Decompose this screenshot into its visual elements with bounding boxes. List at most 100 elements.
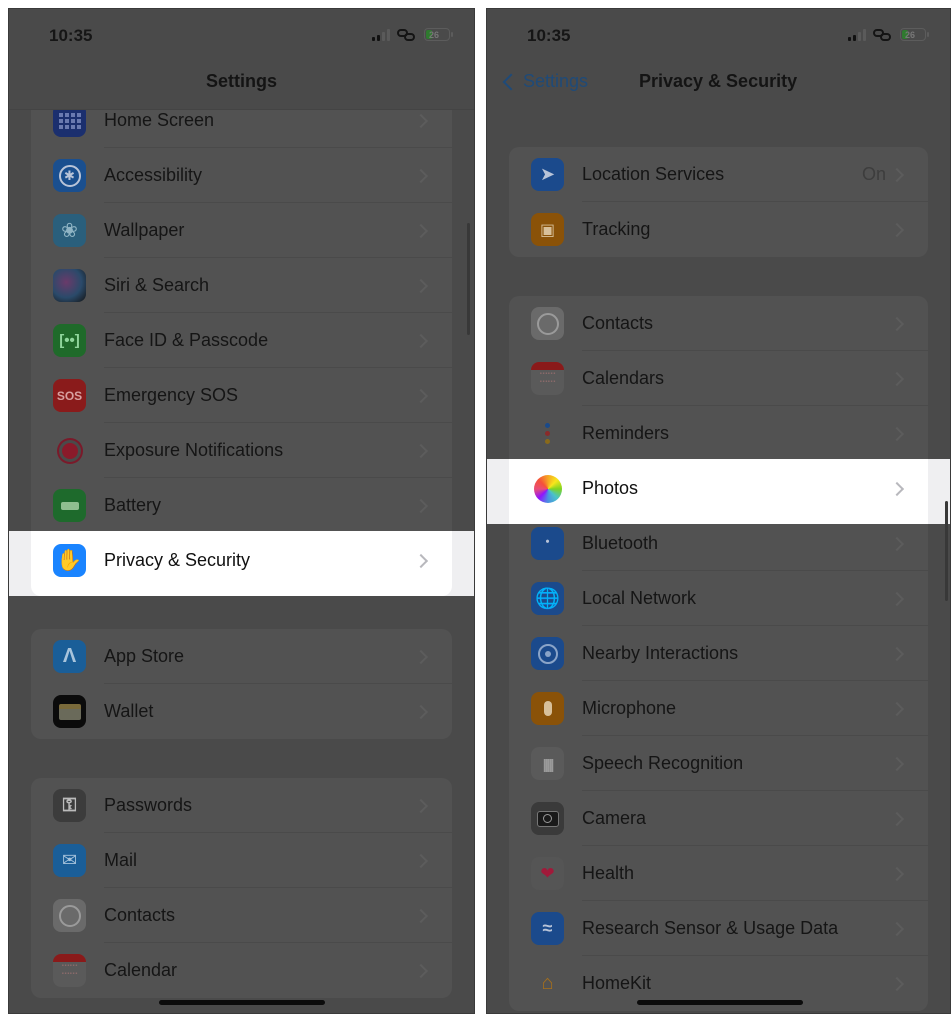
list-item-label: Battery [104,495,162,515]
list-item-speech-recognition[interactable]: ||||| Speech Recognition [509,736,928,791]
list-item-label: Contacts [104,905,176,925]
list-item-calendars[interactable]: ⋯⋯ ⋯⋯ Calendars [509,351,928,406]
list-item-label: Mail [104,850,138,870]
list-item-label: Home Screen [104,110,215,130]
list-item-label: Accessibility [104,165,203,185]
list-item-label: Reminders [582,423,670,443]
list-item-label: Contacts [582,313,654,333]
chevron-right-icon [889,756,905,771]
reminders-icon [531,417,564,450]
chevron-right-icon [413,443,429,458]
chevron-right-icon [413,168,429,183]
chevron-right-icon [413,333,429,348]
list-item-exposure-notifications[interactable]: Exposure Notifications [31,423,452,478]
list-item-passwords[interactable]: ⚿ Passwords [31,778,452,833]
tracking-icon: ▣ [531,213,564,246]
chevron-right-icon [413,908,429,923]
bluetooth-icon: ᛫ [531,527,564,560]
chevron-left-icon [502,73,520,90]
list-item-microphone[interactable]: Microphone [509,681,928,736]
contacts-icon [531,307,564,340]
list-item-contacts[interactable]: Contacts [509,296,928,351]
research-icon: ≈ [531,912,564,945]
settings-group: Λ App Store Wallet [31,629,452,739]
list-item-photos[interactable]: Photos [509,461,928,516]
chevron-right-icon [889,921,905,936]
list-item-face-id-and-passcode[interactable]: [••] Face ID & Passcode [31,313,452,368]
list-item-mail[interactable]: ✉ Mail [31,833,452,888]
list-item-label: Siri & Search [104,275,210,295]
siri-icon [53,269,86,302]
list-item-bluetooth[interactable]: ᛫ Bluetooth [509,516,928,571]
back-button[interactable]: Settings [501,71,588,92]
back-button-label: Settings [523,71,589,91]
list-item-contacts[interactable]: Contacts [31,888,452,943]
list-item-accessibility[interactable]: ✱ Accessibility [31,148,452,203]
list-item-label: Emergency SOS [104,385,239,405]
chevron-right-icon [889,646,905,661]
mail-icon: ✉ [53,844,86,877]
list-item-tracking[interactable]: ▣ Tracking [509,202,928,257]
calendar-icon: ⋯⋯ ⋯⋯ [531,362,564,395]
chevron-right-icon [413,704,429,719]
chevron-right-icon [889,866,905,881]
chevron-right-icon [413,498,429,513]
camera-icon [531,802,564,835]
highlighted-row-band: ✋ Privacy & Security [9,531,474,596]
list-item-label: Calendars [582,368,665,388]
accessibility-icon: ✱ [53,159,86,192]
privacy-hand-icon: ✋ [53,544,86,577]
sos-icon: SOS [53,379,86,412]
list-item-label: Local Network [582,588,697,608]
list-item-label: Speech Recognition [582,753,744,773]
wallet-icon [53,695,86,728]
location-arrow-icon: ➤ [531,158,564,191]
photos-icon [531,472,564,505]
list-item-location-services[interactable]: ➤ Location Services On [509,147,928,202]
home-indicator[interactable] [159,1000,325,1005]
list-item-label: Health [582,863,635,883]
list-item-wallpaper[interactable]: ❀ Wallpaper [31,203,452,258]
chevron-right-icon [413,553,429,568]
list-item-research-sensor-and-usage-data[interactable]: ≈ Research Sensor & Usage Data [509,901,928,956]
calendar-icon: ⋯⋯ ⋯⋯ [53,954,86,987]
wallpaper-icon: ❀ [53,214,86,247]
app-store-icon: Λ [53,640,86,673]
chevron-right-icon [413,853,429,868]
list-item-label: Research Sensor & Usage Data [582,918,839,938]
face-id-icon: [••] [53,324,86,357]
list-item-label: Tracking [582,219,651,239]
chevron-right-icon [413,278,429,293]
list-item-value: On [861,164,886,184]
scrollbar[interactable] [467,223,470,335]
list-item-label: Privacy & Security [104,550,251,570]
battery-icon [53,489,86,522]
chevron-right-icon [413,388,429,403]
chevron-right-icon [889,536,905,551]
list-item-nearby-interactions[interactable]: Nearby Interactions [509,626,928,681]
list-item-label: Wallet [104,701,154,721]
chevron-right-icon [889,426,905,441]
scrollbar[interactable] [945,501,948,601]
status-time: 10:35 [49,26,93,45]
list-item-calendar[interactable]: ⋯⋯ ⋯⋯ Calendar [31,943,452,998]
page-title: Settings [205,71,277,91]
list-item-local-network[interactable]: 🌐 Local Network [509,571,928,626]
heart-icon: ❤ [531,857,564,890]
list-item-reminders[interactable]: Reminders [509,406,928,461]
settings-group: ⚿ Passwords ✉ Mail Contacts ⋯⋯ ⋯⋯ Calendar [31,778,452,998]
list-item-app-store[interactable]: Λ App Store [31,629,452,684]
privacy-security-screen: 10:35 26 Settings Privacy & Security ➤ Lo… [486,8,951,1014]
list-item-label: Calendar [104,960,178,980]
list-item-health[interactable]: ❤ Health [509,846,928,901]
battery-indicator-icon: 26 [900,28,929,41]
list-item-siri-and-search[interactable]: Siri & Search [31,258,452,313]
home-indicator[interactable] [637,1000,803,1005]
list-item-label: HomeKit [582,973,652,993]
list-item-camera[interactable]: Camera [509,791,928,846]
list-item-emergency-sos[interactable]: SOS Emergency SOS [31,368,452,423]
list-item-wallet[interactable]: Wallet [31,684,452,739]
list-item-battery[interactable]: Battery [31,478,452,533]
list-item-privacy-and-security[interactable]: ✋ Privacy & Security [31,533,452,588]
list-item-label: Face ID & Passcode [104,330,269,350]
